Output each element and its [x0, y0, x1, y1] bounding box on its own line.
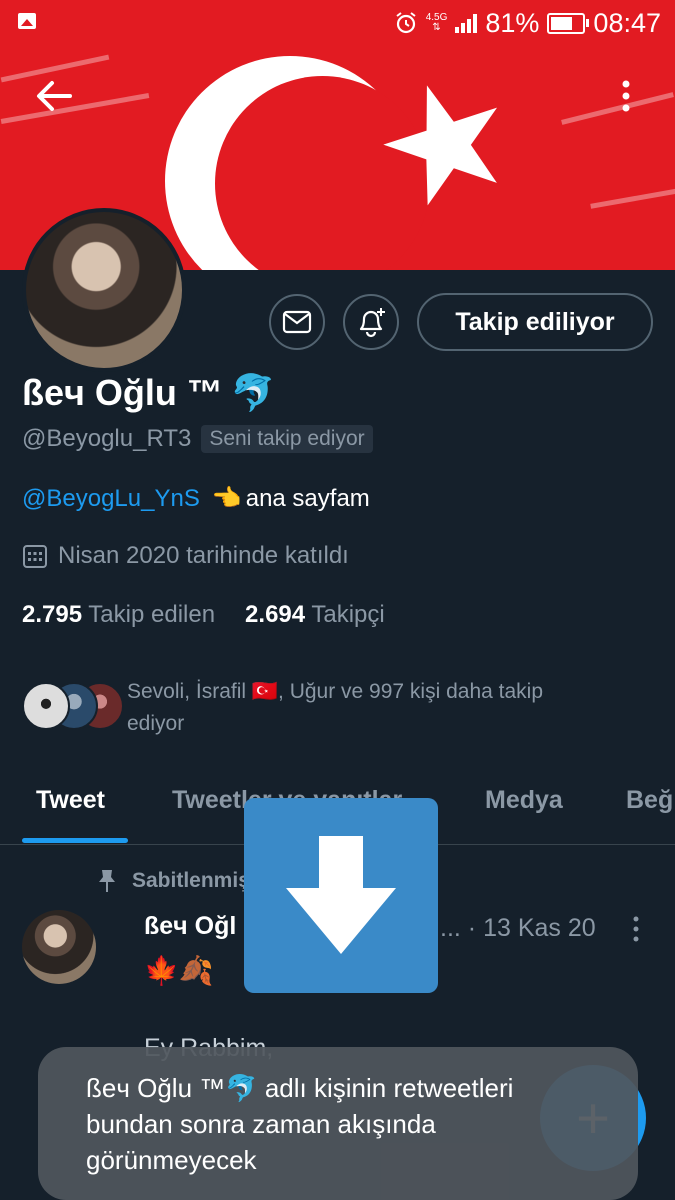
battery-icon: [547, 12, 590, 34]
mail-icon: [282, 310, 312, 334]
vertical-dots-icon: [633, 916, 639, 942]
tweet-author-avatar[interactable]: [22, 910, 96, 984]
following-button[interactable]: Takip ediliyor: [417, 293, 653, 351]
bio-text: ana sayfam: [245, 484, 370, 512]
image-icon: [18, 13, 36, 29]
message-button[interactable]: [269, 294, 325, 350]
tweet-more-button[interactable]: [628, 914, 644, 944]
active-tab-indicator: [22, 838, 128, 843]
profile-avatar[interactable]: [22, 208, 186, 372]
followers-stat[interactable]: 2.694 Takipçi: [245, 601, 385, 629]
following-stat[interactable]: 2.795 Takip edilen: [22, 601, 215, 629]
bio-mention-link[interactable]: @BeyogLu_YnS: [22, 485, 200, 513]
toast-message: ßeч Oğlu ™🐬 adlı kişinin retweetleri bun…: [86, 1073, 514, 1175]
arrow-left-icon: [37, 81, 72, 111]
clock: 08:47: [593, 7, 661, 38]
profile-name: ßeч Oğlu ™ 🐬: [22, 372, 276, 413]
tweet-emoji-line: 🍁🍂: [144, 955, 214, 986]
back-button[interactable]: [30, 72, 78, 120]
star-icon: [383, 85, 498, 206]
tweet-date: ... · 13 Kas 20: [440, 914, 596, 942]
vertical-dots-icon: [622, 80, 630, 112]
follow-stats: 2.795 Takip edilen 2.694 Takipçi: [22, 601, 385, 629]
download-overlay-button[interactable]: [244, 798, 438, 993]
tab-tweet[interactable]: Tweet: [36, 786, 105, 815]
profile-bio: @BeyogLu_YnS 👈 ana sayfam: [22, 484, 370, 513]
pinned-label: Sabitlenmiş: [96, 868, 250, 894]
tab-likes[interactable]: Beğ: [626, 786, 673, 815]
network-type: 4.5G ⇅: [425, 12, 448, 33]
signal-icon: [455, 13, 478, 33]
status-bar-right: 4.5G ⇅ 81% 08:47: [394, 6, 661, 40]
more-options-button[interactable]: [610, 72, 642, 120]
joined-date: Nisan 2020 tarihinde katıldı: [22, 542, 349, 570]
follows-you-badge: Seni takip ediyor: [201, 425, 373, 453]
alarm-icon: [396, 12, 416, 34]
pin-icon: [99, 870, 115, 892]
profile-handle: @Beyoglu_RT3: [22, 425, 192, 452]
status-bar: 4.5G ⇅ 81% 08:47: [0, 0, 675, 46]
known-followers-text[interactable]: Sevoli, İsrafil 🇹🇷, Uğur ve 997 kişi dah…: [127, 676, 627, 740]
calendar-icon: [23, 545, 47, 568]
tweet-author-name[interactable]: ßeч Oğl: [144, 912, 236, 941]
bell-plus-icon: [359, 308, 385, 338]
tab-media[interactable]: Medya: [485, 786, 563, 815]
arrow-down-icon: [286, 836, 396, 954]
known-followers-avatars[interactable]: [22, 682, 124, 730]
dolphin-emoji: 🐬: [230, 372, 276, 413]
handle-row: @Beyoglu_RT3 Seni takip ediyor: [22, 425, 373, 453]
battery-percent: 81%: [485, 7, 540, 38]
pointing-hand-emoji: 👈: [211, 485, 242, 512]
notifications-button[interactable]: [343, 294, 399, 350]
